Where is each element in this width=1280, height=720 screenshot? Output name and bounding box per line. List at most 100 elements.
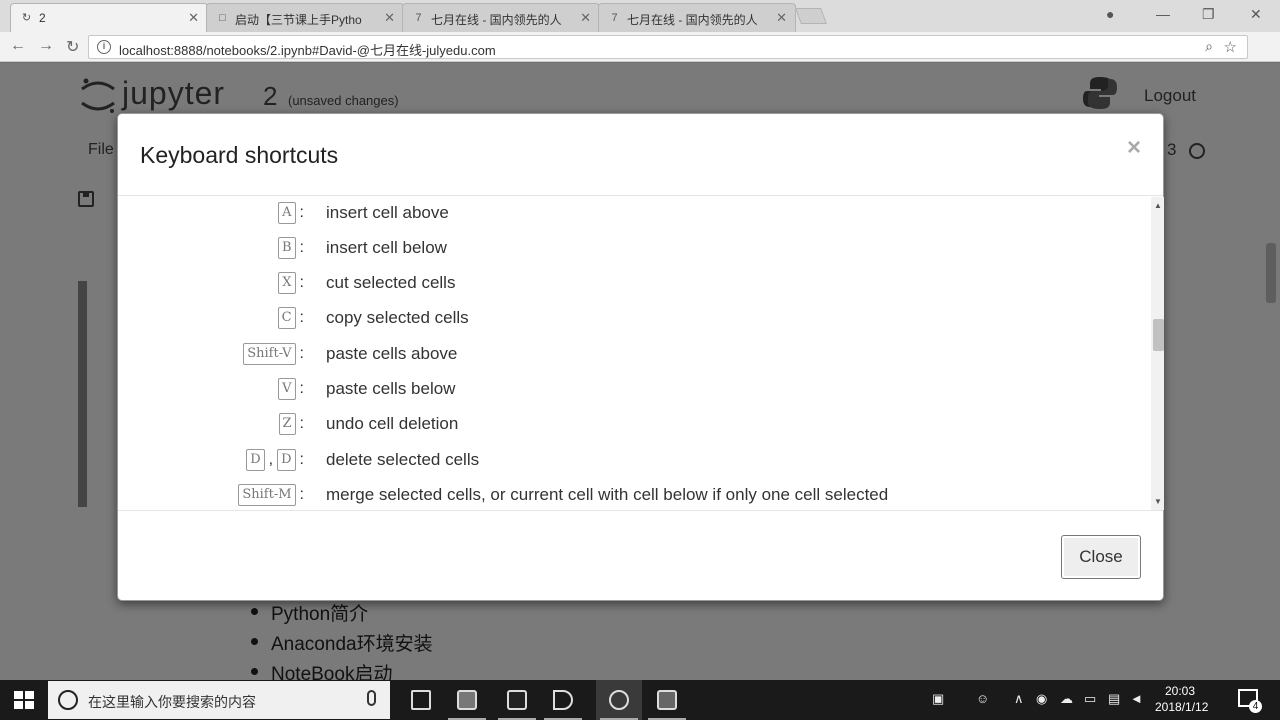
battery-icon[interactable]: ▭ [1084,691,1096,707]
reload-icon[interactable]: ↻ [66,37,79,57]
shortcut-keys: B: [277,237,308,259]
clock-time: 20:03 [1164,684,1196,698]
chevron-up-icon[interactable]: ∧ [1014,691,1024,707]
clock-date: 2018/1/12 [1155,700,1209,714]
shortcut-row: Z: undo cell deletion [118,411,1148,437]
julyedu-icon: 7 [611,12,618,24]
browser-tab-julyedu-2[interactable]: 7 七月在线 - 国内领先的人 ✕ [598,3,796,32]
network-icon[interactable]: ▤ [1108,691,1120,707]
close-tab-icon[interactable]: ✕ [384,10,395,26]
shortcut-keys: Z: [278,413,309,435]
close-button[interactable]: Close [1061,535,1141,579]
selected-cell-indicator [78,281,87,507]
shortcut-description: paste cells above [326,344,458,363]
app-tray-icon[interactable]: ◉ [1036,691,1047,707]
url-text: localhost:8888/notebooks/2.ipynb#David-@… [119,43,496,58]
key-cap: C [277,307,296,329]
scrollbar-thumb[interactable] [1153,319,1164,351]
microphone-icon[interactable] [367,690,376,706]
shortcut-description: insert cell below [326,238,447,257]
scroll-down-icon[interactable]: ▼ [1154,497,1162,506]
shortcut-description: delete selected cells [326,450,480,469]
shortcut-row: D,D: delete selected cells [118,447,1148,473]
close-window-icon[interactable]: ✕ [1250,6,1262,23]
key-cap: Shift-V [243,343,296,365]
taskbar-search-input[interactable]: 在这里输入你要搜索的内容 [48,681,390,719]
refresh-icon: ↻ [21,12,32,24]
key-cap: Z [278,413,296,435]
scroll-up-icon[interactable]: ▲ [1154,201,1162,210]
modal-scrollbar[interactable]: ▲ ▼ [1151,197,1164,510]
terminal-icon[interactable] [494,680,540,720]
back-icon[interactable]: ← [10,37,26,55]
page-scrollbar[interactable] [1266,243,1276,303]
shortcut-keys: V: [278,378,308,400]
tab-title: 启动【三节课上手Pytho [235,13,362,27]
windows-start-icon[interactable] [14,691,34,709]
file-explorer-icon[interactable] [444,680,490,720]
site-info-icon[interactable]: i [97,40,111,54]
forward-icon[interactable]: → [38,37,54,55]
browser-tab-bar: ↻ 2 ✕ □ 启动【三节课上手Pytho ✕ 7 七月在线 - 国内领先的人 … [0,0,1280,32]
windows-taskbar: 在这里输入你要搜索的内容 ▣ ☺ ∧ ◉ ☁ ▭ ▤ ◄ 20:03 2018/… [0,680,1280,720]
zoom-icon[interactable]: ⌕ [1205,38,1213,55]
bookmark-star-icon[interactable]: ☆ [1224,38,1237,56]
browser-tab-course[interactable]: □ 启动【三节课上手Pytho ✕ [206,3,404,32]
shortcut-list[interactable]: A: insert cell above B: insert cell belo… [118,197,1158,510]
shortcut-keys: X: [278,272,308,294]
key-cap: X [278,272,296,294]
list-item: NoteBook启动 [248,659,433,680]
shortcut-row: C: copy selected cells [118,305,1148,331]
jupyter-wordmark[interactable]: jupyter [122,75,225,112]
recorder-app-icon[interactable] [644,680,690,720]
browser-tab-julyedu-1[interactable]: 7 七月在线 - 国内领先的人 ✕ [402,3,600,32]
tab-title: 七月在线 - 国内领先的人 [431,13,562,27]
shortcut-row: V: paste cells below [118,376,1148,402]
ime-icon[interactable]: ▣ [932,691,944,707]
shortcut-description: copy selected cells [326,308,469,327]
shortcut-row: X: cut selected cells [118,270,1148,296]
save-status: (unsaved changes) [288,93,399,108]
notebook-name[interactable]: 2 [263,81,277,112]
page-icon: □ [219,12,226,24]
people-icon[interactable]: ☺ [976,691,989,706]
new-tab-button[interactable] [795,8,827,24]
task-view-icon[interactable] [398,680,444,720]
notebook-outline: Python简介 Anaconda环境安装 NoteBook启动 [248,599,433,680]
menu-file[interactable]: File [88,141,114,159]
save-icon[interactable] [78,191,94,207]
list-item: Python简介 [248,599,433,629]
address-bar[interactable]: i localhost:8888/notebooks/2.ipynb#David… [88,35,1248,59]
cloud-icon[interactable]: ☁ [1060,691,1073,707]
close-tab-icon[interactable]: ✕ [188,10,199,26]
media-player-icon[interactable] [540,680,586,720]
key-cap: D [277,449,296,471]
shortcut-keys: A: [278,202,308,224]
shortcut-row: Shift-M: merge selected cells, or curren… [118,482,1148,508]
shortcut-keys: Shift-V: [243,343,308,365]
restore-icon[interactable]: ❐ [1202,6,1215,23]
key-cap: D [246,449,265,471]
taskbar-clock[interactable]: 20:03 2018/1/12 [1155,683,1209,715]
minimize-icon[interactable]: — [1156,6,1170,22]
notification-badge: 4 [1249,700,1262,713]
close-icon[interactable]: × [1127,134,1141,162]
chrome-icon[interactable] [596,680,642,720]
shortcut-row: Shift-V: paste cells above [118,341,1148,367]
modal-footer: Close [118,510,1163,602]
key-cap: Shift-M [238,484,296,506]
close-tab-icon[interactable]: ✕ [580,10,591,26]
user-profile-icon[interactable]: ● [1106,6,1114,22]
tab-title: 2 [39,11,46,25]
logout-button[interactable]: Logout [1144,86,1196,106]
modal-title: Keyboard shortcuts [140,142,339,168]
shortcut-row: B: insert cell below [118,235,1148,261]
shortcut-description: insert cell above [326,203,449,222]
cortana-icon[interactable] [58,690,78,710]
key-cap: A [278,202,296,224]
browser-tab-notebook[interactable]: ↻ 2 ✕ [10,3,208,32]
volume-icon[interactable]: ◄ [1130,691,1143,706]
python-logo-icon [1083,77,1117,109]
close-tab-icon[interactable]: ✕ [776,10,787,26]
shortcut-description: paste cells below [326,379,456,398]
